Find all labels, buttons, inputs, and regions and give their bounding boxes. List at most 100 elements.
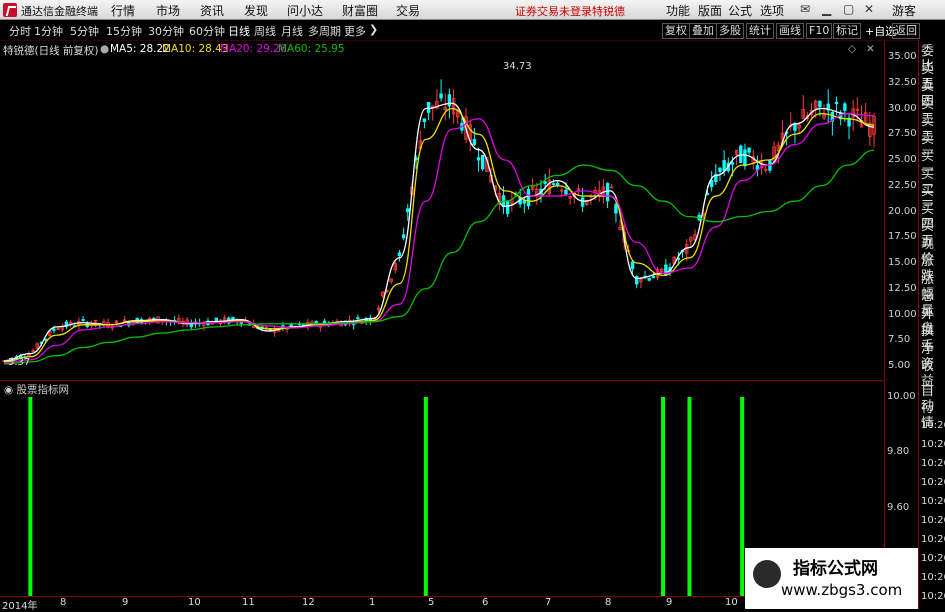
guest-label[interactable]: 游客 [892,2,916,19]
period-daily[interactable]: 日线 [228,23,250,39]
sub-tick: 9.80 [887,446,910,458]
price-tick: 10.00 [888,308,917,320]
period-1min[interactable]: 1分钟 [34,23,63,39]
sub-side-label: 10:26 [921,496,945,507]
candle-body [551,183,556,186]
login-warning[interactable]: 证券交易未登录 [515,3,592,19]
candle-body [356,317,360,320]
period-monthly[interactable]: 月线 [281,23,303,39]
signal-bar [740,397,745,596]
minimize-icon[interactable]: ▁ [822,2,831,16]
candle-body [747,147,751,153]
btn-fuquan[interactable]: 复权 [662,23,690,39]
period-60min[interactable]: 60分钟 [189,23,225,39]
menu-shichang[interactable]: 市场 [156,2,180,19]
candle-body [522,200,527,204]
candle-body [481,155,485,170]
candle-body [52,328,56,331]
date-tick: 6 [482,597,489,608]
price-tick: 32.50 [888,76,917,88]
candle-body [843,103,847,111]
date-tick: 5 [428,597,435,608]
menu-banmian[interactable]: 版面 [698,2,722,19]
menu-zixun[interactable]: 资讯 [200,2,224,19]
app-title: 通达信金融终端 [21,5,98,18]
menu-gongneng[interactable]: 功能 [666,2,690,19]
date-tick: 7 [545,597,552,608]
signal-bar [687,397,692,596]
candle-body [709,179,714,188]
period-multi[interactable]: 多周期 [308,23,341,39]
date-tick: 11 [242,597,255,608]
candle-body [472,139,477,146]
period-5min[interactable]: 5分钟 [70,23,99,39]
sub-side-label: 10:26 [921,515,945,526]
date-tick: 8 [60,597,67,608]
maximize-icon[interactable]: ▢ [843,2,854,16]
candle-body [555,182,560,186]
back-button[interactable]: 返回 [892,23,920,39]
date-tick: 12 [302,597,315,608]
msg-icon[interactable]: ✉ [800,2,810,16]
candle-body [722,160,726,172]
period-toolbar: 分时 1分钟 5分钟 15分钟 30分钟 60分钟 日线 周线 月线 多周期 更… [0,21,945,41]
menu-jiaoyi[interactable]: 交易 [396,2,420,19]
candle-body [651,275,656,279]
signal-bar [28,397,33,596]
price-tick: 17.50 [888,231,917,243]
candle-body [730,162,735,165]
more-arrow-icon[interactable]: ❯ [369,23,378,36]
watermark-icon [753,560,781,588]
kline-chart[interactable]: 34.73 5.37 [0,41,884,380]
candle-body [818,100,822,108]
sub-tick: 10.00 [887,391,916,402]
price-tick: 5.00 [888,360,911,371]
sub-side-label: 10:26 [921,458,945,469]
period-30min[interactable]: 30分钟 [148,23,184,39]
btn-duogu[interactable]: 多股 [716,23,744,39]
sub-side-label: 10:26 [921,591,945,602]
period-15min[interactable]: 15分钟 [106,23,142,39]
menu-faxian[interactable]: 发现 [244,2,268,19]
period-more[interactable]: 更多 [344,23,366,39]
candle-body [422,118,427,122]
btn-biaoji[interactable]: 标记 [833,23,861,39]
menu-hangqing[interactable]: 行情 [111,2,135,19]
candle-body [214,317,218,322]
candle-body [526,188,531,207]
date-tick: 8 [605,597,612,608]
candle-body [152,317,156,320]
candle-body [189,323,194,328]
menu-wenxiaoda[interactable]: 问小达 [287,2,323,19]
candle-body [718,167,722,172]
date-tick: 1 [369,597,376,608]
price-tick: 35.00 [888,51,917,62]
period-fenshi[interactable]: 分时 [9,23,31,39]
app-logo-icon [3,3,17,17]
low-annotation: 5.37 [8,357,30,368]
date-tick: 2014年 [2,601,38,612]
period-weekly[interactable]: 周线 [254,23,276,39]
candle-body [476,157,481,161]
btn-tongji[interactable]: 统计 [746,23,774,39]
dot-icon: ◉ [4,384,17,396]
ma-line-ma60 [3,149,875,365]
btn-huaxian[interactable]: 画线 [776,23,804,39]
btn-diejia[interactable]: 叠加 [689,23,717,39]
menu-caifuquan[interactable]: 财富圈 [342,2,378,19]
menu-gongshi[interactable]: 公式 [728,2,752,19]
sub-side-label: 10:26 [921,553,945,564]
candle-body [743,149,747,167]
candle-body [543,181,547,184]
btn-f10[interactable]: F10 [806,23,833,39]
candle-body [564,189,568,195]
candle-body [439,93,443,99]
close-icon[interactable]: ✕ [864,2,874,16]
signal-bar [661,397,666,596]
price-tick: 12.50 [888,282,917,294]
candle-body [505,201,510,214]
sub-side-label: 10:26 [921,420,945,431]
watermark-logo: 指标公式网 www.zbgs3.com [745,548,918,609]
candle-body [664,264,668,276]
menu-xuanxiang[interactable]: 选项 [760,2,784,19]
